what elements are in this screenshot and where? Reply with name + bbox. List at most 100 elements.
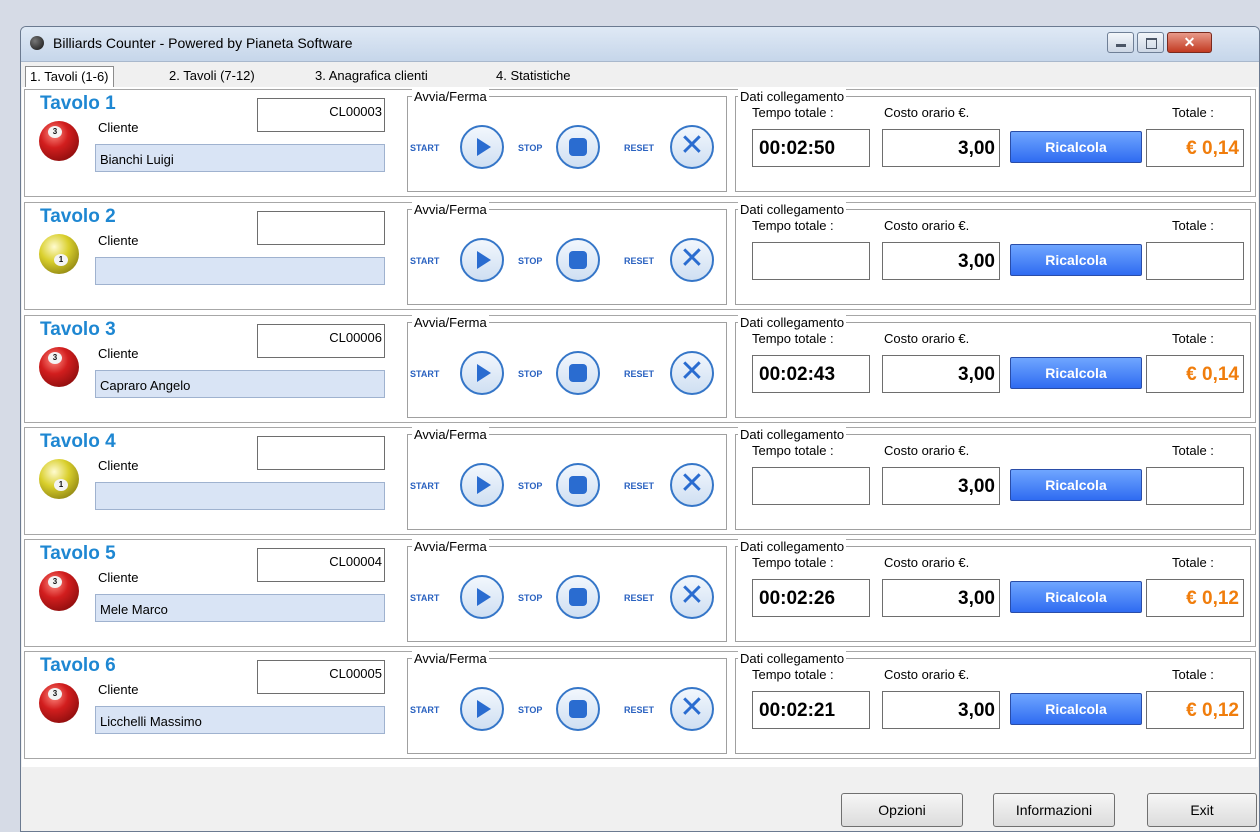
tab-tavoli-7-12[interactable]: 2. Tavoli (7-12) <box>165 66 259 87</box>
time-display: 00:02:43 <box>752 355 870 393</box>
exit-button[interactable]: Exit <box>1147 793 1257 827</box>
hourly-cost-field[interactable]: 3,00 <box>882 691 1000 729</box>
client-code-field[interactable]: CL00004 <box>257 548 385 582</box>
ricalcola-button[interactable]: Ricalcola <box>1010 469 1142 501</box>
stop-button[interactable] <box>556 575 600 619</box>
client-name-field[interactable]: Mele Marco <box>95 594 385 622</box>
start-label: START <box>410 705 440 715</box>
stop-icon <box>569 588 587 606</box>
tempo-totale-label: Tempo totale : <box>752 443 834 458</box>
stop-button[interactable] <box>556 238 600 282</box>
dati-collegamento-label: Dati collegamento <box>738 539 847 554</box>
reset-button[interactable]: ✕ <box>670 351 714 395</box>
total-display: € 0,14 <box>1146 355 1244 393</box>
table-name: Tavolo 4 <box>40 431 116 452</box>
client-code-field[interactable]: CL00005 <box>257 660 385 694</box>
reset-x-icon: ✕ <box>679 467 705 500</box>
hourly-cost-field[interactable]: 3,00 <box>882 467 1000 505</box>
reset-button[interactable]: ✕ <box>670 125 714 169</box>
client-code-field[interactable] <box>257 211 385 245</box>
stop-label: STOP <box>518 481 543 491</box>
tempo-totale-label: Tempo totale : <box>752 331 834 346</box>
ricalcola-button[interactable]: Ricalcola <box>1010 357 1142 389</box>
client-code-field[interactable]: CL00003 <box>257 98 385 132</box>
client-name-field[interactable] <box>95 482 385 510</box>
reset-button[interactable]: ✕ <box>670 575 714 619</box>
minimize-icon <box>1116 44 1126 47</box>
hourly-cost-field[interactable]: 3,00 <box>882 129 1000 167</box>
table-name: Tavolo 6 <box>40 655 116 676</box>
start-button[interactable] <box>460 687 504 731</box>
start-button[interactable] <box>460 463 504 507</box>
table-name: Tavolo 3 <box>40 319 116 340</box>
avvia-ferma-group: Avvia/Ferma START STOP RESET ✕ <box>407 539 727 642</box>
dati-collegamento-label: Dati collegamento <box>738 89 847 104</box>
start-button[interactable] <box>460 125 504 169</box>
start-button[interactable] <box>460 238 504 282</box>
stop-button[interactable] <box>556 687 600 731</box>
reset-button[interactable]: ✕ <box>670 463 714 507</box>
client-name-field[interactable] <box>95 257 385 285</box>
cliente-label: Cliente <box>98 458 139 473</box>
table-name: Tavolo 1 <box>40 93 116 114</box>
client-code-field[interactable]: CL00006 <box>257 324 385 358</box>
dati-collegamento-label: Dati collegamento <box>738 427 847 442</box>
avvia-ferma-group: Avvia/Ferma START STOP RESET ✕ <box>407 202 727 305</box>
stop-label: STOP <box>518 593 543 603</box>
tab-statistiche[interactable]: 4. Statistiche <box>492 66 574 87</box>
ball-number: 3 <box>48 352 62 364</box>
play-icon <box>477 138 491 156</box>
stop-icon <box>569 364 587 382</box>
avvia-ferma-group: Avvia/Ferma START STOP RESET ✕ <box>407 651 727 754</box>
reset-button[interactable]: ✕ <box>670 687 714 731</box>
dati-collegamento-group: Dati collegamento Tempo totale : Costo o… <box>735 89 1251 192</box>
reset-label: RESET <box>624 481 655 491</box>
play-icon <box>477 588 491 606</box>
tempo-totale-label: Tempo totale : <box>752 218 834 233</box>
start-button[interactable] <box>460 351 504 395</box>
table-row-3: Tavolo 3 3 Cliente CL00006 Capraro Angel… <box>24 315 1256 423</box>
total-display <box>1146 242 1244 280</box>
hourly-cost-field[interactable]: 3,00 <box>882 355 1000 393</box>
total-display: € 0,12 <box>1146 691 1244 729</box>
title-bar[interactable]: Billiards Counter - Powered by Pianeta S… <box>21 27 1259 62</box>
ricalcola-button[interactable]: Ricalcola <box>1010 244 1142 276</box>
totale-label: Totale : <box>1172 331 1214 346</box>
tab-anagrafica-clienti[interactable]: 3. Anagrafica clienti <box>311 66 432 87</box>
ricalcola-button[interactable]: Ricalcola <box>1010 131 1142 163</box>
totale-label: Totale : <box>1172 667 1214 682</box>
hourly-cost-field[interactable]: 3,00 <box>882 242 1000 280</box>
footer-bar: Opzioni Informazioni Exit <box>21 767 1259 831</box>
avvia-ferma-label: Avvia/Ferma <box>412 315 489 330</box>
start-label: START <box>410 256 440 266</box>
reset-x-icon: ✕ <box>679 691 705 724</box>
stop-button[interactable] <box>556 351 600 395</box>
client-name-field[interactable]: Capraro Angelo <box>95 370 385 398</box>
ricalcola-button[interactable]: Ricalcola <box>1010 581 1142 613</box>
avvia-ferma-label: Avvia/Ferma <box>412 539 489 554</box>
close-button[interactable]: ✕ <box>1167 32 1212 53</box>
avvia-ferma-group: Avvia/Ferma START STOP RESET ✕ <box>407 89 727 192</box>
tab-tavoli-1-6[interactable]: 1. Tavoli (1-6) <box>25 66 114 87</box>
stop-button[interactable] <box>556 463 600 507</box>
maximize-button[interactable] <box>1137 32 1164 53</box>
minimize-button[interactable] <box>1107 32 1134 53</box>
start-button[interactable] <box>460 575 504 619</box>
total-display <box>1146 467 1244 505</box>
total-display: € 0,12 <box>1146 579 1244 617</box>
client-name-field[interactable]: Bianchi Luigi <box>95 144 385 172</box>
stop-button[interactable] <box>556 125 600 169</box>
tables-panel: Tavolo 1 3 Cliente CL00003 Bianchi Luigi… <box>22 87 1258 767</box>
dati-collegamento-group: Dati collegamento Tempo totale : Costo o… <box>735 315 1251 418</box>
play-icon <box>477 700 491 718</box>
informazioni-button[interactable]: Informazioni <box>993 793 1115 827</box>
opzioni-button[interactable]: Opzioni <box>841 793 963 827</box>
reset-button[interactable]: ✕ <box>670 238 714 282</box>
tab-strip: 1. Tavoli (1-6) 2. Tavoli (7-12) 3. Anag… <box>21 61 1259 87</box>
client-code-field[interactable] <box>257 436 385 470</box>
client-name-field[interactable]: Licchelli Massimo <box>95 706 385 734</box>
table-row-2: Tavolo 2 1 Cliente Avvia/Ferma START STO… <box>24 202 1256 310</box>
stop-label: STOP <box>518 256 543 266</box>
hourly-cost-field[interactable]: 3,00 <box>882 579 1000 617</box>
ricalcola-button[interactable]: Ricalcola <box>1010 693 1142 725</box>
